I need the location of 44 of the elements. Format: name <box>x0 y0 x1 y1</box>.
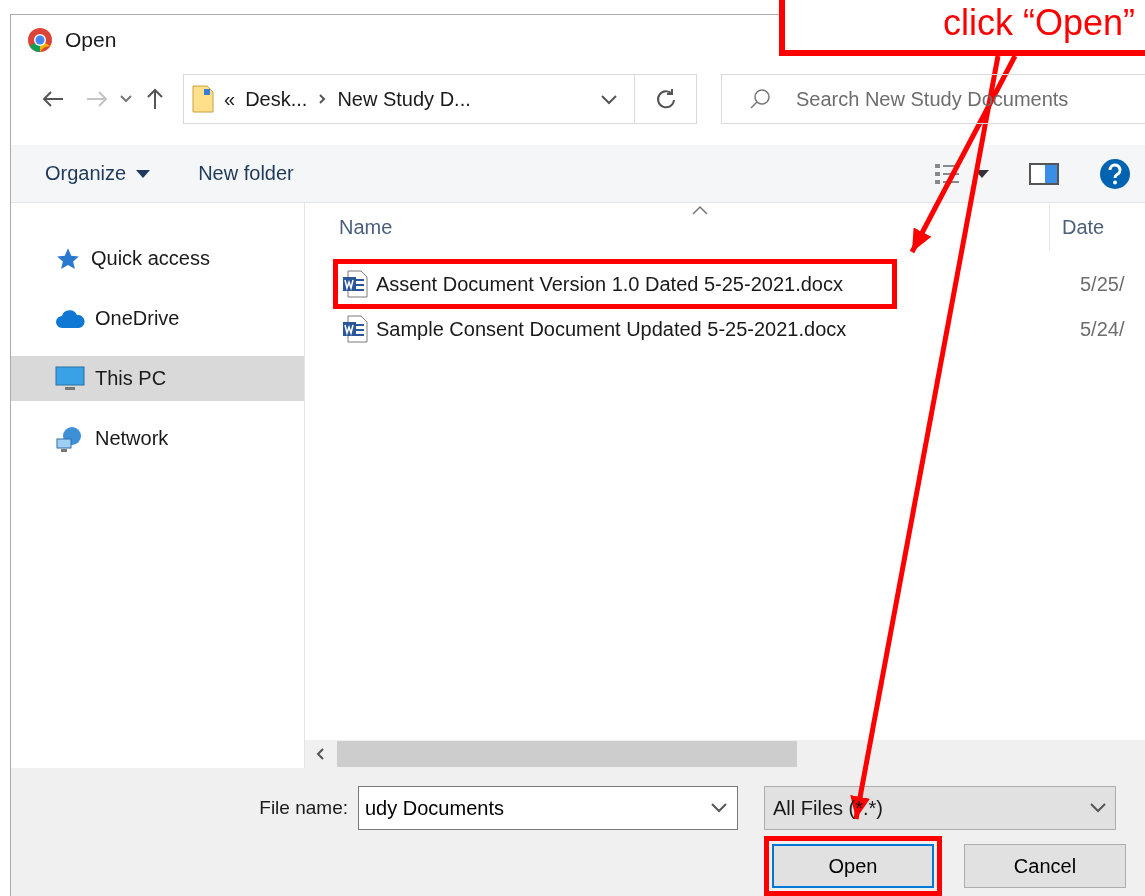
cloud-icon <box>55 308 85 329</box>
file-name-field[interactable]: udy Documents <box>358 786 738 830</box>
chevron-down-icon[interactable] <box>119 94 133 104</box>
chevron-down-icon[interactable] <box>1089 802 1107 814</box>
scroll-left-icon[interactable] <box>316 746 326 761</box>
folder-icon <box>192 85 214 113</box>
sidebar-item[interactable]: OneDrive <box>11 296 304 341</box>
address-bar[interactable]: « Desk... New Study D... <box>183 74 635 124</box>
refresh-button[interactable] <box>635 74 697 124</box>
sidebar-item[interactable]: Network <box>11 416 304 461</box>
back-arrow-icon[interactable] <box>41 89 65 109</box>
dialog-button[interactable]: Open <box>772 844 934 888</box>
table-cell: 5/25/ <box>1080 272 1125 296</box>
sidebar-item[interactable]: Quick access <box>11 236 304 281</box>
breadcrumb[interactable]: New Study D... <box>337 87 590 111</box>
refresh-icon[interactable] <box>654 88 677 110</box>
sort-caret-icon <box>691 205 709 215</box>
dialog-button[interactable]: Cancel <box>964 844 1126 888</box>
word-document-icon <box>342 315 368 343</box>
column-header[interactable]: Date <box>1050 203 1105 251</box>
monitor-icon <box>55 365 85 392</box>
up-arrow-icon[interactable] <box>145 87 165 111</box>
preview-pane-icon[interactable] <box>1029 162 1059 185</box>
callout-box: click “Open” <box>779 0 1145 56</box>
sidebar-item[interactable]: This PC <box>11 356 304 401</box>
file-name-label: File name: <box>258 797 349 819</box>
chevron-down-icon[interactable] <box>710 802 728 814</box>
word-document-icon <box>342 270 368 298</box>
search-icon <box>749 88 771 110</box>
window-title: Open <box>65 28 117 52</box>
caret-icon[interactable] <box>136 169 151 178</box>
horizontal-scrollbar[interactable] <box>305 740 1145 768</box>
organize-button[interactable]: Organize <box>45 162 151 185</box>
overflow-mark[interactable]: « <box>224 87 236 111</box>
help-icon[interactable] <box>1099 157 1131 190</box>
table-cell: 5/24/ <box>1080 317 1125 341</box>
column-header[interactable]: Name <box>305 203 1050 251</box>
chevron-down-icon[interactable] <box>600 93 618 106</box>
chevron-right-icon[interactable] <box>317 92 328 106</box>
breadcrumb[interactable]: Desk... <box>245 87 308 111</box>
new-folder-button[interactable]: New folder <box>198 162 294 185</box>
details-view-icon[interactable] <box>935 161 961 186</box>
file-row[interactable]: Assent Document Version 1.0 Dated 5-25-2021.docx <box>333 259 897 309</box>
browser-logo-icon <box>27 27 53 53</box>
